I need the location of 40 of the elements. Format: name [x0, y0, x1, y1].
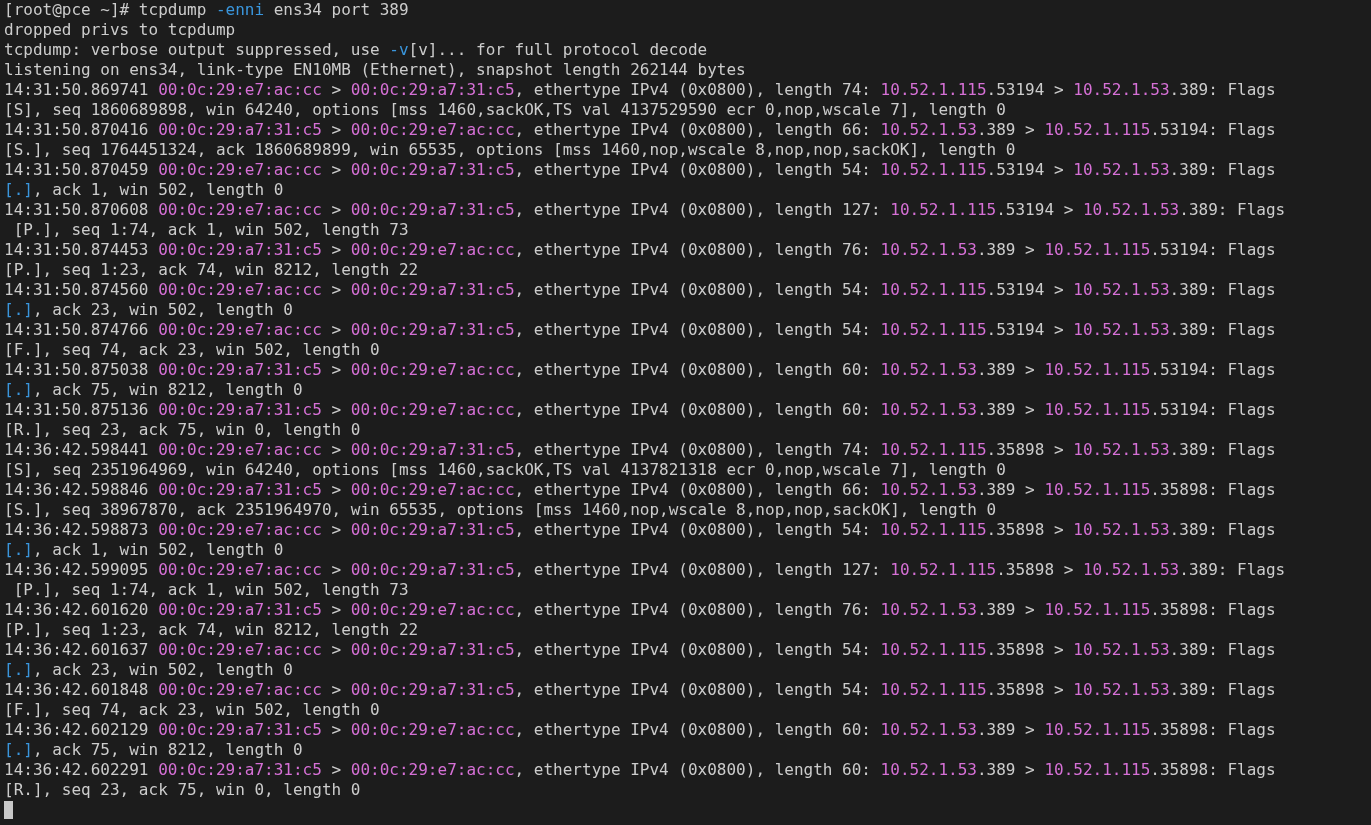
terminal-line: [P.], seq 1:23, ack 74, win 8212, length 22: [4, 620, 420, 640]
terminal-line: 14:31:50.869741 00:0c:29:e7:ac:cc > 00:0c:29:a7:31:c5, ethertype IPv4 (0x0800), length 74: 10.52.1.115.53194 > 10.52.1.53.389: Flags: [4, 80, 1277, 100]
terminal-line: [.], ack 1, win 502, length 0: [4, 180, 285, 200]
terminal-line: 14:36:42.601848 00:0c:29:e7:ac:cc > 00:0c:29:a7:31:c5, ethertype IPv4 (0x0800), length 54: 10.52.1.115.35898 > 10.52.1.53.389: Flags: [4, 680, 1277, 700]
terminal-line: 14:36:42.599095 00:0c:29:e7:ac:cc > 00:0c:29:a7:31:c5, ethertype IPv4 (0x0800), length 127: 10.52.1.115.35898 > 10.52.1.53.389: Flags: [4, 560, 1287, 580]
terminal-line: 14:36:42.602291 00:0c:29:a7:31:c5 > 00:0c:29:e7:ac:cc, ethertype IPv4 (0x0800), length 60: 10.52.1.53.389 > 10.52.1.115.35898: Flags: [4, 760, 1277, 780]
terminal-line: [.], ack 75, win 8212, length 0: [4, 740, 304, 760]
terminal-line: [.], ack 1, win 502, length 0: [4, 540, 285, 560]
terminal-line: 14:31:50.870608 00:0c:29:e7:ac:cc > 00:0c:29:a7:31:c5, ethertype IPv4 (0x0800), length 127: 10.52.1.115.53194 > 10.52.1.53.389: Flags: [4, 200, 1287, 220]
terminal-line: 14:36:42.601620 00:0c:29:a7:31:c5 > 00:0c:29:e7:ac:cc, ethertype IPv4 (0x0800), length 76: 10.52.1.53.389 > 10.52.1.115.35898: Flags: [4, 600, 1277, 620]
terminal-line: [.], ack 75, win 8212, length 0: [4, 380, 304, 400]
terminal-line: 14:31:50.874766 00:0c:29:e7:ac:cc > 00:0c:29:a7:31:c5, ethertype IPv4 (0x0800), length 54: 10.52.1.115.53194 > 10.52.1.53.389: Flags: [4, 320, 1277, 340]
terminal-line: [S.], seq 1764451324, ack 1860689899, win 65535, options [mss 1460,nop,wscale 8,nop,nop,sackOK], length 0: [4, 140, 1017, 160]
terminal-line: [.], ack 23, win 502, length 0: [4, 300, 294, 320]
terminal-line: listening on ens34, link-type EN10MB (Ethernet), snapshot length 262144 bytes: [4, 60, 747, 80]
terminal-line: [root@pce ~]# tcpdump -enni ens34 port 389: [4, 0, 410, 20]
terminal-line: [R.], seq 23, ack 75, win 0, length 0: [4, 420, 362, 440]
terminal-line: [P.], seq 1:74, ack 1, win 502, length 73: [12, 220, 410, 240]
terminal-line: 14:36:42.598441 00:0c:29:e7:ac:cc > 00:0c:29:a7:31:c5, ethertype IPv4 (0x0800), length 74: 10.52.1.115.35898 > 10.52.1.53.389: Flags: [4, 440, 1277, 460]
terminal-line: 14:31:50.875136 00:0c:29:a7:31:c5 > 00:0c:29:e7:ac:cc, ethertype IPv4 (0x0800), length 60: 10.52.1.53.389 > 10.52.1.115.53194: Flags: [4, 400, 1277, 420]
terminal-line: 14:36:42.602129 00:0c:29:a7:31:c5 > 00:0c:29:e7:ac:cc, ethertype IPv4 (0x0800), length 60: 10.52.1.53.389 > 10.52.1.115.35898: Flags: [4, 720, 1277, 740]
terminal-line: [P.], seq 1:74, ack 1, win 502, length 73: [12, 580, 410, 600]
terminal-line: [S], seq 2351964969, win 64240, options [mss 1460,sackOK,TS val 4137821318 ecr 0,nop,wscale 7], length 0: [4, 460, 1007, 480]
terminal-line: dropped privs to tcpdump: [4, 20, 237, 40]
terminal-line: 14:31:50.870416 00:0c:29:a7:31:c5 > 00:0c:29:e7:ac:cc, ethertype IPv4 (0x0800), length 66: 10.52.1.53.389 > 10.52.1.115.53194: Flags: [4, 120, 1277, 140]
terminal-line: [R.], seq 23, ack 75, win 0, length 0: [4, 780, 362, 800]
terminal-line: 14:31:50.875038 00:0c:29:a7:31:c5 > 00:0c:29:e7:ac:cc, ethertype IPv4 (0x0800), length 60: 10.52.1.53.389 > 10.52.1.115.53194: Flags: [4, 360, 1277, 380]
terminal-line: 14:31:50.870459 00:0c:29:e7:ac:cc > 00:0c:29:a7:31:c5, ethertype IPv4 (0x0800), length 54: 10.52.1.115.53194 > 10.52.1.53.389: Flags: [4, 160, 1277, 180]
terminal-line: [P.], seq 1:23, ack 74, win 8212, length 22: [4, 260, 420, 280]
terminal-line: 14:31:50.874453 00:0c:29:a7:31:c5 > 00:0c:29:e7:ac:cc, ethertype IPv4 (0x0800), length 76: 10.52.1.53.389 > 10.52.1.115.53194: Flags: [4, 240, 1277, 260]
terminal-line: 14:36:42.601637 00:0c:29:e7:ac:cc > 00:0c:29:a7:31:c5, ethertype IPv4 (0x0800), length 54: 10.52.1.115.35898 > 10.52.1.53.389: Flags: [4, 640, 1277, 660]
terminal-line: [F.], seq 74, ack 23, win 502, length 0: [4, 700, 381, 720]
terminal-line: [.], ack 23, win 502, length 0: [4, 660, 294, 680]
terminal-line: [S.], seq 38967870, ack 2351964970, win 65535, options [mss 1460,nop,wscale 8,nop,nop,sackOK], length 0: [4, 500, 998, 520]
terminal-line: [F.], seq 74, ack 23, win 502, length 0: [4, 340, 381, 360]
terminal-line: 14:36:42.598873 00:0c:29:e7:ac:cc > 00:0c:29:a7:31:c5, ethertype IPv4 (0x0800), length 54: 10.52.1.115.35898 > 10.52.1.53.389: Flags: [4, 520, 1277, 540]
terminal-line: [S], seq 1860689898, win 64240, options [mss 1460,sackOK,TS val 4137529590 ecr 0,nop,wscale 7], length 0: [4, 100, 1007, 120]
terminal-line: 14:36:42.598846 00:0c:29:a7:31:c5 > 00:0c:29:e7:ac:cc, ethertype IPv4 (0x0800), length 66: 10.52.1.53.389 > 10.52.1.115.35898: Flags: [4, 480, 1277, 500]
terminal-line: 14:31:50.874560 00:0c:29:e7:ac:cc > 00:0c:29:a7:31:c5, ethertype IPv4 (0x0800), length 54: 10.52.1.115.53194 > 10.52.1.53.389: Flags: [4, 280, 1277, 300]
terminal-line: tcpdump: verbose output suppressed, use -v[v]... for full protocol decode: [4, 40, 709, 60]
